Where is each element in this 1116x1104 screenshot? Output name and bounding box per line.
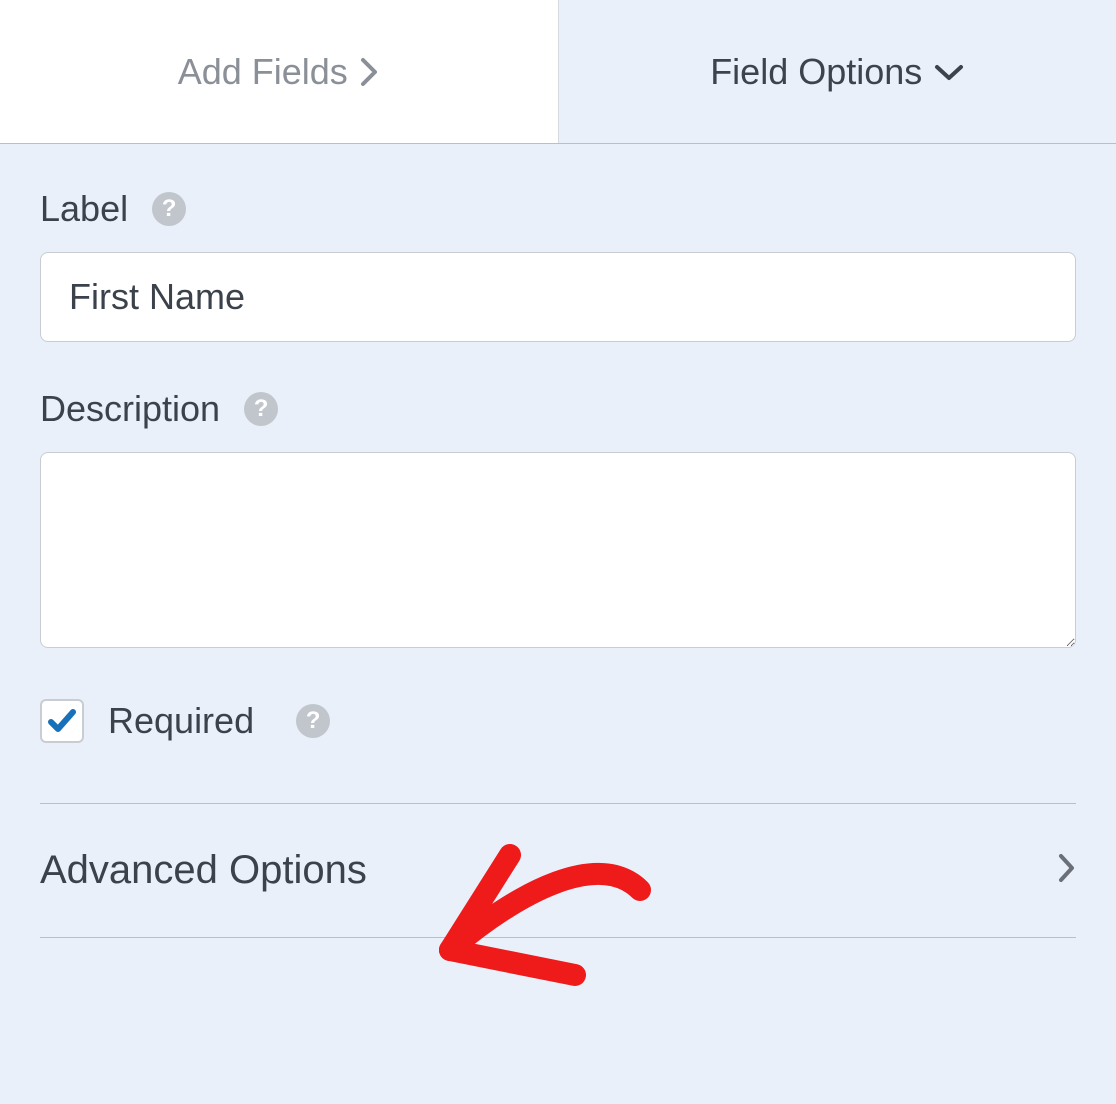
chevron-down-icon: [934, 62, 964, 82]
advanced-options-row[interactable]: Advanced Options: [40, 803, 1076, 938]
required-label: Required: [108, 700, 254, 742]
help-icon[interactable]: ?: [296, 704, 330, 738]
description-heading-row: Description ?: [40, 388, 1076, 430]
tab-field-options[interactable]: Field Options: [559, 0, 1116, 143]
label-heading-row: Label ?: [40, 188, 1076, 230]
chevron-right-icon: [1058, 853, 1076, 888]
tabs-bar: Add Fields Field Options: [0, 0, 1116, 144]
label-input[interactable]: [40, 252, 1076, 342]
help-icon[interactable]: ?: [152, 192, 186, 226]
description-textarea[interactable]: [40, 452, 1076, 648]
tab-add-fields-label: Add Fields: [178, 51, 348, 93]
help-icon[interactable]: ?: [244, 392, 278, 426]
description-heading: Description: [40, 388, 220, 430]
tab-field-options-label: Field Options: [710, 51, 922, 93]
field-options-panel: Label ? Description ? Required ? Advance…: [0, 144, 1116, 938]
label-field-group: Label ?: [40, 188, 1076, 342]
advanced-options-title: Advanced Options: [40, 848, 367, 893]
label-heading: Label: [40, 188, 128, 230]
description-field-group: Description ?: [40, 388, 1076, 653]
required-checkbox[interactable]: [40, 699, 84, 743]
chevron-right-icon: [360, 57, 380, 87]
required-row: Required ?: [40, 699, 1076, 743]
tab-add-fields[interactable]: Add Fields: [0, 0, 559, 143]
